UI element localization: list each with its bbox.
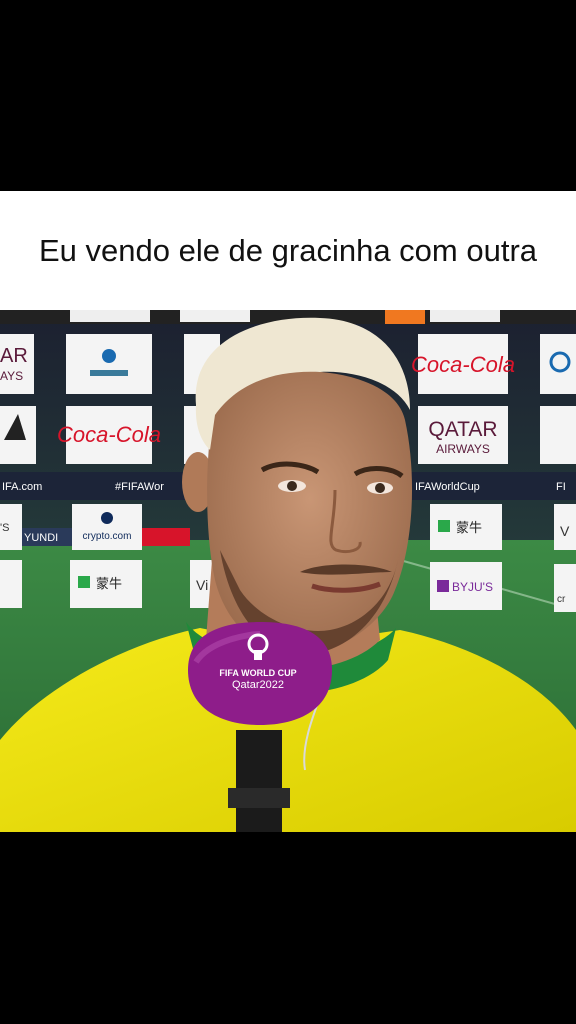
svg-text:Coca-Cola: Coca-Cola xyxy=(411,352,515,377)
svg-text:AR: AR xyxy=(0,345,28,367)
mic-flag-line1: FIFA WORLD CUP xyxy=(219,668,296,678)
board-qatar-partial: AR AYS xyxy=(0,334,34,394)
svg-text:cr: cr xyxy=(557,594,566,605)
svg-text:V: V xyxy=(560,523,570,539)
board-seaweed-logo xyxy=(66,334,152,394)
video-still: AR AYS Coca-Cola Coca-Cola QATAR AIRWAYS xyxy=(0,310,576,832)
caption-panel: Eu vendo ele de gracinha com outra xyxy=(0,191,576,310)
svg-text:FI: FI xyxy=(556,481,566,493)
svg-text:#FIFAWor: #FIFAWor xyxy=(115,481,164,493)
video-frame[interactable]: AR AYS Coca-Cola Coca-Cola QATAR AIRWAYS xyxy=(0,310,576,832)
svg-text:蒙牛: 蒙牛 xyxy=(456,520,482,535)
mic-flag-line2: Qatar2022 xyxy=(232,679,284,691)
board-crypto-com: crypto.com xyxy=(72,504,142,550)
svg-text:IFAWorldCup: IFAWorldCup xyxy=(415,481,480,493)
svg-text:Coca-Cola: Coca-Cola xyxy=(57,422,161,447)
board-qatar-airways: QATAR AIRWAYS xyxy=(418,406,508,464)
svg-text:蒙牛: 蒙牛 xyxy=(96,576,122,591)
svg-text:IFA.com: IFA.com xyxy=(2,481,42,493)
caption-text: Eu vendo ele de gracinha com outra xyxy=(38,233,538,268)
board-coca-cola-top-right: Coca-Cola xyxy=(411,334,515,394)
board-coca-cola-left: Coca-Cola xyxy=(57,406,161,464)
svg-text:BYJU'S: BYJU'S xyxy=(452,580,493,594)
bottom-black-bar xyxy=(0,832,576,1024)
svg-text:AIRWAYS: AIRWAYS xyxy=(436,442,490,456)
top-black-bar xyxy=(0,0,576,191)
board-mengniu-left: 蒙牛 xyxy=(70,560,142,608)
svg-text:YUNDI: YUNDI xyxy=(24,532,58,544)
svg-text:'S: 'S xyxy=(0,522,9,534)
svg-text:QATAR: QATAR xyxy=(428,418,497,441)
board-byjus: BYJU'S xyxy=(430,562,502,610)
svg-text:crypto.com: crypto.com xyxy=(83,531,132,542)
svg-text:Vi: Vi xyxy=(196,577,208,593)
board-mengniu-right: 蒙牛 xyxy=(430,504,502,550)
svg-text:AYS: AYS xyxy=(0,369,23,383)
